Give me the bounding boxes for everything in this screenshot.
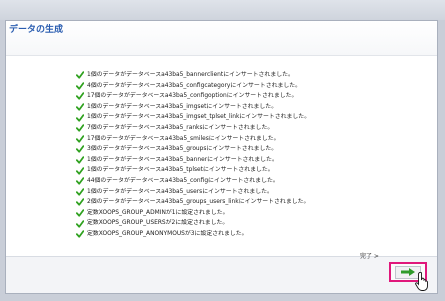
list-item: 4個のデータがデータベースa43ba5_configcategoryにインサート… xyxy=(76,81,310,92)
check-icon xyxy=(76,156,84,164)
check-icon xyxy=(76,135,84,143)
check-icon xyxy=(76,113,84,122)
message-text: 定数XOOPS_GROUP_ANONYMOUSが3に設定されました。 xyxy=(87,230,248,237)
list-item: 1個のデータがデータベースa43ba5_tplsetにインサートされました。 xyxy=(76,165,310,176)
list-item: 1個のデータがデータベースa43ba5_bannerにインサートされました。 xyxy=(76,155,310,166)
check-icon xyxy=(76,209,84,217)
message-text: 44個のデータがデータベースa43ba5_configにインサートされました。 xyxy=(87,177,279,184)
panel-footer xyxy=(6,256,437,293)
arrow-right-icon xyxy=(401,268,415,276)
message-text: 1個のデータがデータベースa43ba5_tplsetにインサートされました。 xyxy=(87,167,274,174)
check-icon xyxy=(76,230,84,238)
check-icon xyxy=(76,219,84,228)
message-text: 定数XOOPS_GROUP_USERSが2に設定されました。 xyxy=(87,220,229,227)
check-icon xyxy=(76,124,84,132)
message-text: 1個のデータがデータベースa43ba5_imgsetにインサートされました。 xyxy=(87,103,278,110)
check-icon xyxy=(76,177,84,185)
check-icon xyxy=(76,188,84,196)
check-icon xyxy=(76,82,84,90)
cursor-pointer-icon xyxy=(415,272,428,291)
check-icon xyxy=(76,71,84,79)
check-icon xyxy=(76,145,84,154)
list-item: 3個のデータがデータベースa43ba5_groupsにインサートされました。 xyxy=(76,144,310,155)
message-text: 17個のデータがデータベースa43ba5_configoptionにインサートさ… xyxy=(87,93,298,100)
message-text: 2個のデータがデータベースa43ba5_groups_users_linkにイン… xyxy=(87,199,310,206)
check-icon xyxy=(76,198,84,207)
message-text: 17個のデータがデータベースa43ba5_smilesにインサートされました。 xyxy=(87,135,280,142)
list-item: 1個のデータがデータベースa43ba5_usersにインサートされました。 xyxy=(76,187,310,198)
page-title: データの生成 xyxy=(9,25,64,35)
list-item: 44個のデータがデータベースa43ba5_configにインサートされました。 xyxy=(76,176,310,187)
check-icon xyxy=(76,92,84,101)
list-item: 17個のデータがデータベースa43ba5_smilesにインサートされました。 xyxy=(76,134,310,145)
list-item: 17個のデータがデータベースa43ba5_configoptionにインサートさ… xyxy=(76,91,310,102)
message-text: 4個のデータがデータベースa43ba5_configcategoryにインサート… xyxy=(87,82,302,89)
message-text: 定数XOOPS_GROUP_ADMINが1に設定されました。 xyxy=(87,209,229,216)
message-text: 1個のデータがデータベースa43ba5_usersにインサートされました。 xyxy=(87,188,273,195)
panel-header xyxy=(6,21,437,56)
insert-message-list: 1個のデータがデータベースa43ba5_bannerclientにインサートされ… xyxy=(76,70,310,240)
list-item: 定数XOOPS_GROUP_ADMINが1に設定されました。 xyxy=(76,208,310,219)
list-item: 7個のデータがデータベースa43ba5_ranksにインサートされました。 xyxy=(76,123,310,134)
window-top-strip xyxy=(0,0,445,20)
next-label: 完了 > xyxy=(360,253,379,260)
message-text: 3個のデータがデータベースa43ba5_groupsにインサートされました。 xyxy=(87,146,278,153)
message-text: 1個のデータがデータベースa43ba5_imgset_tplset_linkにイ… xyxy=(87,114,311,121)
check-icon xyxy=(76,166,84,175)
list-item: 1個のデータがデータベースa43ba5_imgset_tplset_linkにイ… xyxy=(76,112,310,123)
message-text: 1個のデータがデータベースa43ba5_bannerclientにインサートされ… xyxy=(87,72,294,78)
list-item: 定数XOOPS_GROUP_USERSが2に設定されました。 xyxy=(76,218,310,229)
check-icon xyxy=(76,103,84,111)
list-item: 定数XOOPS_GROUP_ANONYMOUSが3に設定されました。 xyxy=(76,229,310,240)
message-text: 7個のデータがデータベースa43ba5_ranksにインサートされました。 xyxy=(87,124,274,131)
list-item: 2個のデータがデータベースa43ba5_groups_users_linkにイン… xyxy=(76,197,310,208)
list-item: 1個のデータがデータベースa43ba5_imgsetにインサートされました。 xyxy=(76,102,310,113)
message-text: 1個のデータがデータベースa43ba5_bannerにインサートされました。 xyxy=(87,156,278,163)
list-item: 1個のデータがデータベースa43ba5_bannerclientにインサートされ… xyxy=(76,70,310,81)
